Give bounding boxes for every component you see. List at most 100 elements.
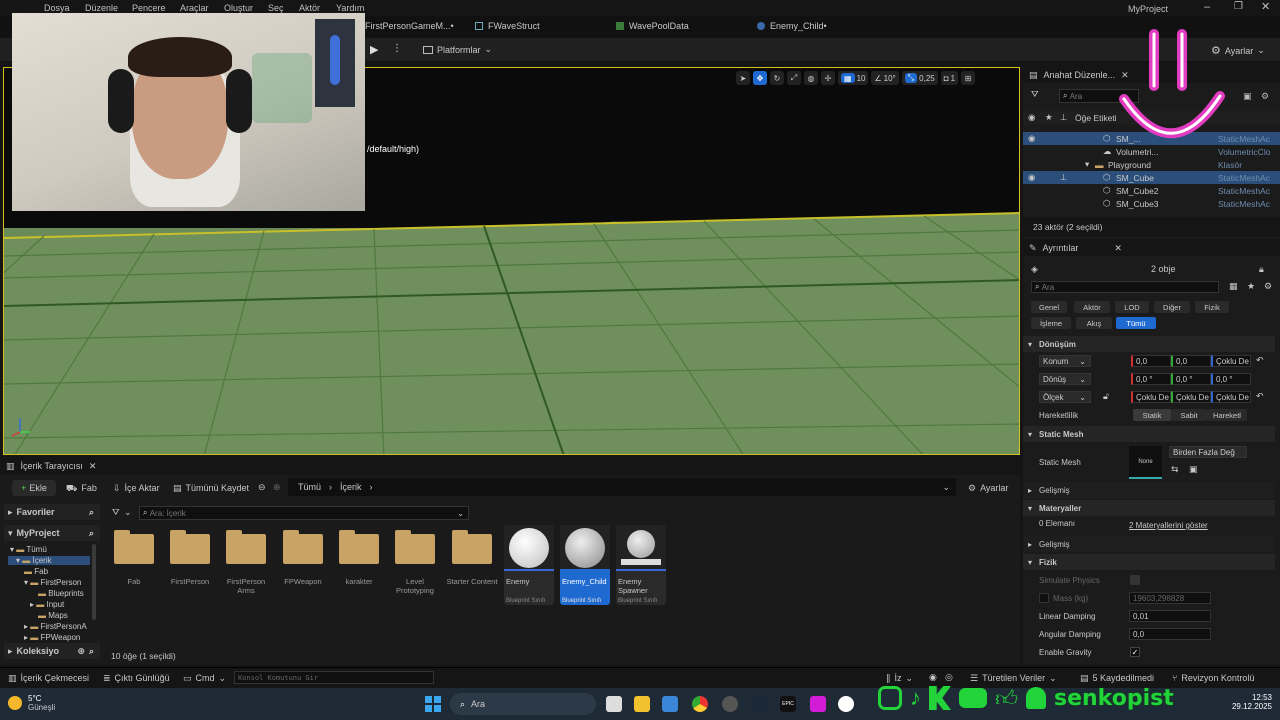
forward-icon[interactable]: ⊕ — [273, 482, 281, 493]
filter-rendering[interactable]: İşleme — [1031, 317, 1071, 329]
outliner-row[interactable]: ◉ ⊥ ⬡ SM_Cube StaticMeshAc — [1023, 171, 1280, 184]
outliner-folder-row[interactable]: ▾ ▬ Playground Klasör — [1023, 158, 1280, 171]
tab-game-mode[interactable]: FirstPersonGameM...• — [365, 21, 454, 31]
collections-section[interactable]: ▸ Koleksiyo ⊕ ⌕ — [4, 643, 100, 659]
content-search-input[interactable]: ⌕ Ara: İçerik ⌄ — [139, 506, 469, 520]
menu-window[interactable]: Pencere — [132, 3, 166, 13]
eye-icon[interactable]: ◉ — [1028, 172, 1035, 183]
close-icon[interactable]: ✕ — [1261, 0, 1270, 13]
tab-wave-pool-data[interactable]: WavePoolData — [616, 21, 689, 31]
filter-lod[interactable]: LOD — [1115, 301, 1149, 313]
app-icon[interactable] — [810, 696, 826, 712]
breadcrumb-content[interactable]: İçerik — [340, 482, 362, 492]
project-section[interactable]: ▾ MyProject ⌕ — [4, 525, 100, 541]
browse-icon[interactable]: ⇆ — [1171, 464, 1179, 475]
tab-enemy-child[interactable]: Enemy_Child• — [757, 21, 827, 31]
epic-games-icon[interactable]: EPIC — [780, 696, 796, 712]
eye-icon[interactable]: ◉ — [1028, 133, 1035, 144]
layout-button[interactable]: ⊞ — [961, 71, 976, 85]
menu-create[interactable]: Oluştur — [224, 3, 253, 13]
tree-item-input[interactable]: ▸ ▬ Input — [30, 600, 64, 609]
select-mode-button[interactable]: ➤ — [736, 71, 750, 85]
tree-item-fpweapon[interactable]: ▸ ▬ FPWeapon — [24, 633, 80, 642]
clock[interactable]: 12:53 29.12.2025 — [1220, 693, 1272, 711]
reset-icon[interactable]: ↶ — [1256, 355, 1264, 366]
filter-streaming[interactable]: Akış — [1076, 317, 1112, 329]
back-icon[interactable]: ⊖ — [258, 482, 266, 493]
tree-item-blueprints[interactable]: ▬ Blueprints — [38, 589, 84, 598]
lock-icon[interactable]: 🔒︎ — [1259, 264, 1264, 275]
favorites-section[interactable]: ▸ Favoriler ⌕ — [4, 504, 100, 520]
folder-karakter[interactable] — [339, 530, 379, 564]
more-options-icon[interactable]: ⋮ — [392, 43, 402, 54]
filter-physics[interactable]: Fizik — [1195, 301, 1229, 313]
taskbar-search[interactable]: ⌕ Ara — [450, 693, 596, 715]
section-transform[interactable]: ▾ Dönüşüm — [1023, 336, 1275, 352]
close-icon[interactable]: ✕ — [89, 461, 97, 472]
world-local-button[interactable]: ◍ — [804, 71, 818, 85]
details-search-input[interactable]: ⌕ Ara — [1031, 281, 1219, 293]
content-drawer-button[interactable]: ▥ İçerik Çekmecesi — [8, 673, 89, 684]
menu-help[interactable]: Yardım — [336, 3, 364, 13]
broadcast-icon[interactable]: ◎ — [945, 672, 953, 683]
star-icon[interactable]: ★ — [1247, 281, 1255, 292]
tree-scrollbar[interactable] — [92, 544, 96, 620]
linear-damping-field[interactable]: 0,01 — [1129, 610, 1211, 622]
windows-start-icon[interactable] — [425, 696, 441, 712]
task-view-icon[interactable] — [606, 696, 622, 712]
browser-settings-button[interactable]: ⚙ Ayarlar — [968, 483, 1008, 494]
menu-file[interactable]: Dosya — [44, 3, 70, 13]
platforms-button[interactable]: Platformlar ⌄ — [423, 44, 492, 55]
rotation-x-field[interactable]: 0,0 ° — [1131, 373, 1171, 385]
pin-icon[interactable]: ⊥ — [1060, 172, 1067, 183]
unreal-engine-icon[interactable] — [838, 696, 854, 712]
rotation-dropdown[interactable]: Dönüş ⌄ — [1039, 373, 1091, 385]
save-all-button[interactable]: ▤ Tümünü Kaydet — [173, 483, 249, 494]
folder-fab[interactable] — [114, 530, 154, 564]
location-x-field[interactable]: 0,0 — [1131, 355, 1171, 367]
chevron-down-icon[interactable]: ⌄ — [942, 482, 956, 493]
chrome-icon[interactable] — [692, 696, 708, 712]
import-button[interactable]: ⇩ İçe Aktar — [113, 483, 160, 494]
translate-button[interactable]: ✥ — [753, 71, 767, 85]
weather-widget[interactable]: 5°C Güneşli — [8, 694, 55, 712]
angular-damping-field[interactable]: 0,0 — [1129, 628, 1211, 640]
filter-all[interactable]: Tümü — [1116, 317, 1156, 329]
menu-tools[interactable]: Araçlar — [180, 3, 209, 13]
cmd-dropdown[interactable]: ▭ Cmd ⌄ — [183, 673, 226, 684]
scale-x-field[interactable]: Çoklu De — [1131, 391, 1171, 403]
filter-icon[interactable]: ⛛ — [112, 507, 120, 518]
location-y-field[interactable]: 0,0 — [1171, 355, 1211, 367]
scale-z-field[interactable]: Çoklu De — [1211, 391, 1251, 403]
fab-button[interactable]: ⛟ Fab — [66, 483, 97, 495]
asset-enemy-spawner[interactable]: Enemy Spawner Blueprint Sınıfı — [616, 525, 666, 605]
filter-actor[interactable]: Aktör — [1074, 301, 1110, 313]
maximize-icon[interactable]: ❐ — [1234, 1, 1243, 12]
record-icon[interactable]: ◉ — [929, 672, 937, 683]
location-z-field[interactable]: Çoklu De — [1211, 355, 1251, 367]
search-icon[interactable]: ⌕ — [89, 646, 100, 657]
tree-item-all[interactable]: ▾ ▬ Tümü — [10, 545, 47, 554]
static-mesh-thumbnail[interactable]: None — [1129, 446, 1162, 479]
steam-icon[interactable] — [752, 696, 768, 712]
mobility-movable[interactable]: Hareketl — [1207, 409, 1247, 421]
enable-gravity-checkbox[interactable]: ✓ — [1130, 647, 1140, 657]
rotation-z-field[interactable]: 0,0 ° — [1211, 373, 1251, 385]
file-explorer-icon[interactable] — [634, 696, 650, 712]
angle-snap-button[interactable]: ∠ 10° — [871, 71, 899, 85]
minimize-icon[interactable]: – — [1204, 1, 1210, 13]
asset-enemy[interactable]: Enemy Blueprint Sınıfı — [504, 525, 554, 605]
folder-fpweapon[interactable] — [283, 530, 323, 564]
asset-enemy-child[interactable]: Enemy_Child Blueprint Sınıfı — [560, 525, 610, 605]
console-input[interactable]: Konsol Komutunu Gir — [234, 671, 434, 684]
reset-icon[interactable]: ↶ — [1256, 391, 1264, 402]
tree-item-fab[interactable]: ▬ Fab — [24, 567, 48, 576]
tree-item-firstperson[interactable]: ▾ ▬ FirstPerson — [24, 578, 81, 587]
scale-button[interactable]: ⤢ — [787, 71, 801, 85]
mass-field[interactable]: 19603,298828 — [1129, 592, 1211, 604]
mobility-stationary[interactable]: Sabit — [1171, 409, 1207, 421]
chevron-down-icon[interactable]: ⌄ — [124, 507, 132, 518]
outliner-row[interactable]: ⬡ SM_Cube3 StaticMeshAc — [1023, 197, 1280, 210]
folder-firstperson-arms[interactable] — [226, 530, 266, 564]
outliner-row[interactable]: ⬡ SM_Cube2 StaticMeshAc — [1023, 184, 1280, 197]
